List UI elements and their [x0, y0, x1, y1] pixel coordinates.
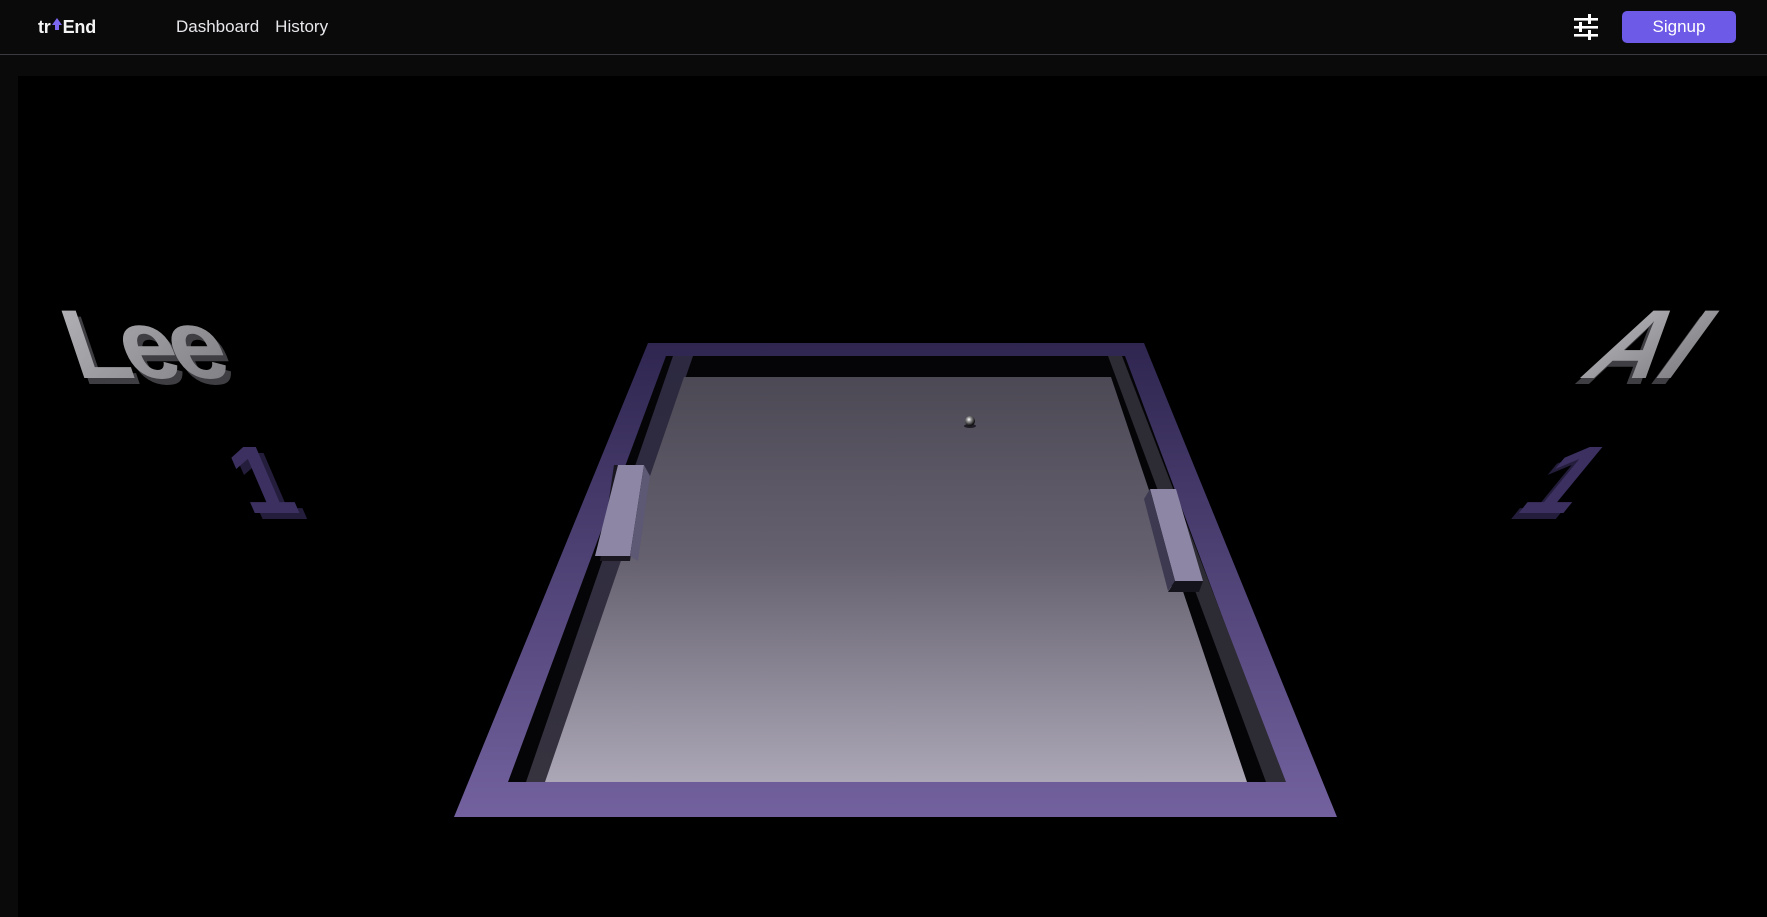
player-left-score: 1 — [200, 427, 320, 534]
logo-arrow-icon — [51, 18, 62, 30]
player-left-score-3d: 1 1 — [200, 427, 328, 540]
player-left-name-3d: Lee Lee — [36, 290, 254, 406]
nav-link-dashboard[interactable]: Dashboard — [176, 17, 259, 37]
logo-suffix: End — [62, 16, 97, 37]
signup-button[interactable]: Signup — [1622, 11, 1736, 43]
settings-button[interactable] — [1572, 12, 1600, 42]
player-right-name-3d: AI AI — [1563, 290, 1731, 406]
sliders-icon — [1574, 14, 1598, 40]
logo-prefix: tr — [38, 16, 51, 37]
game-canvas[interactable]: Lee Lee 1 1 AI AI 1 1 — [18, 76, 1767, 917]
player-right-score: 1 — [1504, 427, 1624, 534]
player-right-name: AI — [1568, 290, 1731, 400]
nav-link-history[interactable]: History — [275, 17, 328, 37]
app-logo[interactable]: tr End — [38, 14, 96, 40]
top-navbar: tr End Dashboard History Signup — [0, 0, 1767, 55]
main-nav: Dashboard History — [176, 14, 328, 40]
game-scene: Lee Lee 1 1 AI AI 1 1 — [36, 290, 1731, 817]
player-right-score-3d: 1 1 — [1496, 427, 1624, 540]
